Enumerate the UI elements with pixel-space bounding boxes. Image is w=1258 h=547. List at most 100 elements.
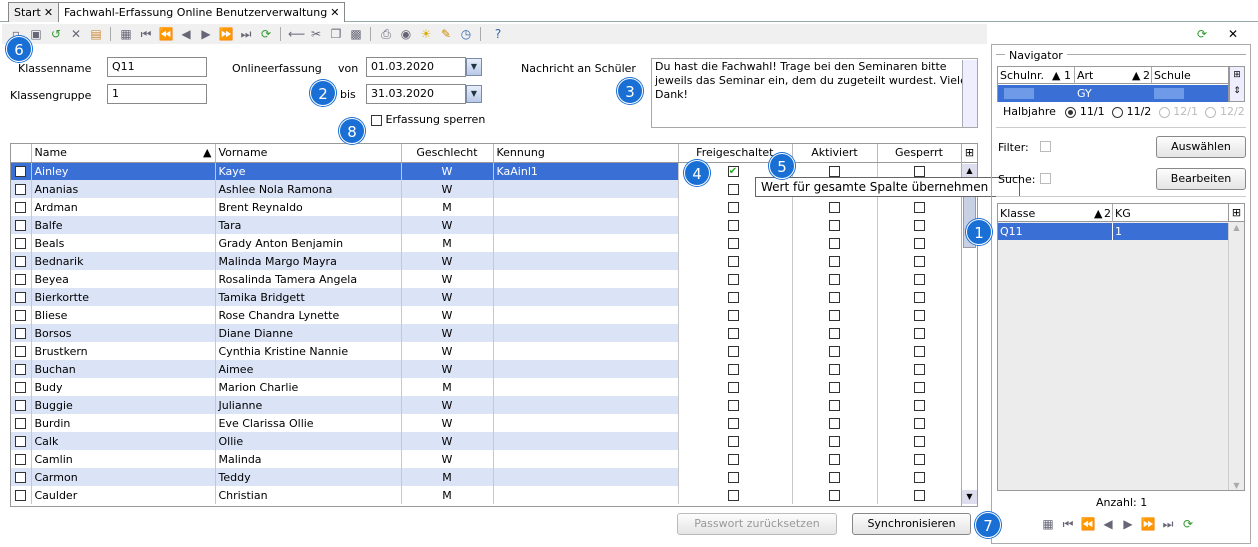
bis-date-field[interactable]: 31.03.2020	[366, 84, 466, 104]
halbjahr-12-1-radio[interactable]: 12/1	[1158, 105, 1198, 118]
aktiviert-checkbox[interactable]	[829, 202, 840, 213]
passwort-zuruecksetzen-button[interactable]: Passwort zurücksetzen	[677, 513, 837, 535]
suche-checkbox[interactable]	[1040, 173, 1051, 184]
freigeschaltet-checkbox[interactable]	[727, 274, 739, 285]
erfassung-sperren-checkbox[interactable]: Erfassung sperren	[371, 113, 485, 126]
row-select-checkbox[interactable]	[15, 292, 27, 303]
aktiviert-checkbox[interactable]	[829, 418, 840, 429]
header-name[interactable]: Name ▲	[31, 144, 216, 163]
freigeschaltet-checkbox[interactable]	[727, 238, 739, 249]
aktiviert-checkbox[interactable]	[829, 166, 840, 178]
gesperrt-checkbox[interactable]	[913, 310, 925, 321]
freigeschaltet-checkbox[interactable]	[727, 256, 739, 267]
freigeschaltet-checkbox[interactable]	[727, 220, 739, 231]
scrollbar[interactable]	[962, 60, 977, 127]
table-row[interactable]: Beyea Rosalinda Tamera Angela W	[11, 270, 962, 288]
prev-page-icon[interactable]: ⏪	[158, 26, 174, 42]
aktiviert-checkbox[interactable]	[829, 490, 840, 501]
halbjahr-11-2-radio[interactable]: 11/2	[1112, 105, 1151, 118]
table-row[interactable]: Budy Marion Charlie M	[11, 378, 962, 396]
row-select-checkbox[interactable]	[15, 490, 27, 501]
next-icon[interactable]: ▶	[1120, 516, 1136, 532]
table-row[interactable]: Bednarik Malinda Margo Mayra W	[11, 252, 962, 270]
tab-fachwahl[interactable]: Fachwahl-Erfassung Online Benutzerverwal…	[58, 2, 346, 22]
halbjahr-12-2-radio[interactable]: 12/2	[1205, 105, 1245, 118]
freigeschaltet-checkbox[interactable]	[727, 328, 739, 339]
row-select-checkbox[interactable]	[15, 364, 27, 375]
row-select-checkbox[interactable]	[15, 202, 27, 213]
header-geschlecht[interactable]: Geschlecht	[401, 144, 494, 163]
undo-icon[interactable]: ↺	[48, 26, 64, 42]
aktiviert-checkbox[interactable]	[829, 436, 840, 447]
broom-icon[interactable]: ✎	[438, 26, 454, 42]
row-select-checkbox[interactable]	[15, 418, 27, 429]
aktiviert-checkbox[interactable]	[829, 292, 840, 303]
scroll-down-icon[interactable]: ▼	[962, 490, 977, 504]
aktiviert-checkbox[interactable]	[829, 400, 840, 411]
table-row[interactable]: Balfe Tara W	[11, 216, 962, 234]
table-row[interactable]: Bierkortte Tamika Bridgett W	[11, 288, 962, 306]
freigeschaltet-checkbox[interactable]	[727, 436, 739, 447]
scrollbar[interactable]: ▲ ▼	[1228, 223, 1244, 490]
aktiviert-checkbox[interactable]	[829, 220, 840, 231]
table-row[interactable]: Beals Grady Anton Benjamin M	[11, 234, 962, 252]
gesperrt-checkbox[interactable]	[913, 292, 925, 303]
save-icon[interactable]: ▣	[28, 26, 44, 42]
last-icon[interactable]: ⏭	[238, 26, 254, 42]
row-select-checkbox[interactable]	[15, 238, 27, 249]
aktiviert-checkbox[interactable]	[829, 364, 840, 375]
row-select-checkbox[interactable]	[15, 400, 27, 411]
gesperrt-checkbox[interactable]	[913, 202, 925, 213]
cut-icon[interactable]: ✂	[308, 26, 324, 42]
column-chooser-icon[interactable]: ⊞	[1228, 204, 1244, 222]
bearbeiten-button[interactable]: Bearbeiten	[1156, 168, 1246, 190]
klasse-row[interactable]: Q11 1	[998, 223, 1228, 240]
klassenname-field[interactable]: Q11	[107, 57, 207, 77]
freigeschaltet-checkbox[interactable]	[727, 454, 739, 465]
column-chooser-icon[interactable]: ⊞	[962, 144, 977, 163]
aktiviert-checkbox[interactable]	[829, 382, 840, 393]
row-select-checkbox[interactable]	[15, 310, 27, 321]
delete-icon[interactable]: ✕	[68, 26, 84, 42]
freigeschaltet-checkbox[interactable]	[727, 184, 739, 195]
header-kennung[interactable]: Kennung	[493, 144, 679, 163]
header-vorname[interactable]: Vorname	[215, 144, 402, 163]
form-icon[interactable]: ▤	[88, 26, 104, 42]
gesperrt-checkbox[interactable]	[913, 382, 925, 393]
scroll-up-icon[interactable]: ▲	[962, 164, 977, 178]
refresh-icon[interactable]: ⟳	[1180, 516, 1196, 532]
freigeschaltet-checkbox[interactable]	[727, 310, 739, 321]
chevron-down-icon[interactable]: ▼	[466, 85, 482, 103]
freigeschaltet-checkbox[interactable]	[727, 418, 739, 429]
gesperrt-checkbox[interactable]	[913, 220, 925, 231]
list-icon[interactable]: ▦	[1040, 516, 1056, 532]
header-klasse[interactable]: Klasse	[1000, 207, 1035, 220]
table-row[interactable]: Brustkern Cynthia Kristine Nannie W	[11, 342, 962, 360]
first-icon[interactable]: ⏮	[138, 26, 154, 42]
filter-checkbox[interactable]	[1040, 141, 1051, 152]
nachricht-textarea[interactable]: Du hast die Fachwahl! Trage bei den Semi…	[651, 58, 978, 128]
clock-icon[interactable]: ◷	[458, 26, 474, 42]
gesperrt-checkbox[interactable]	[913, 364, 925, 375]
gesperrt-checkbox[interactable]	[913, 256, 925, 267]
header-schule[interactable]: Schule	[1154, 69, 1191, 82]
aktiviert-checkbox[interactable]	[829, 454, 840, 465]
copy-icon[interactable]: ❐	[328, 26, 344, 42]
gesperrt-checkbox[interactable]	[913, 166, 925, 178]
gesperrt-checkbox[interactable]	[913, 238, 925, 249]
gesperrt-checkbox[interactable]	[913, 274, 925, 285]
freigeschaltet-checkbox[interactable]	[727, 202, 739, 213]
row-select-checkbox[interactable]	[15, 346, 27, 357]
row-select-checkbox[interactable]	[15, 274, 27, 285]
header-kg[interactable]: KG	[1115, 207, 1131, 220]
tab-start[interactable]: Start ✕	[8, 2, 60, 22]
row-select-checkbox[interactable]	[15, 454, 27, 465]
lightbulb-icon[interactable]: ☀	[418, 26, 434, 42]
table-row[interactable]: Burdin Eve Clarissa Ollie W	[11, 414, 962, 432]
chevron-down-icon[interactable]: ▼	[466, 58, 482, 76]
aktiviert-checkbox[interactable]	[829, 310, 840, 321]
auswaehlen-button[interactable]: Auswählen	[1156, 136, 1246, 158]
paste-icon[interactable]: ▩	[348, 26, 364, 42]
freigeschaltet-checkbox[interactable]	[727, 364, 739, 375]
klassengruppe-field[interactable]: 1	[107, 84, 207, 104]
